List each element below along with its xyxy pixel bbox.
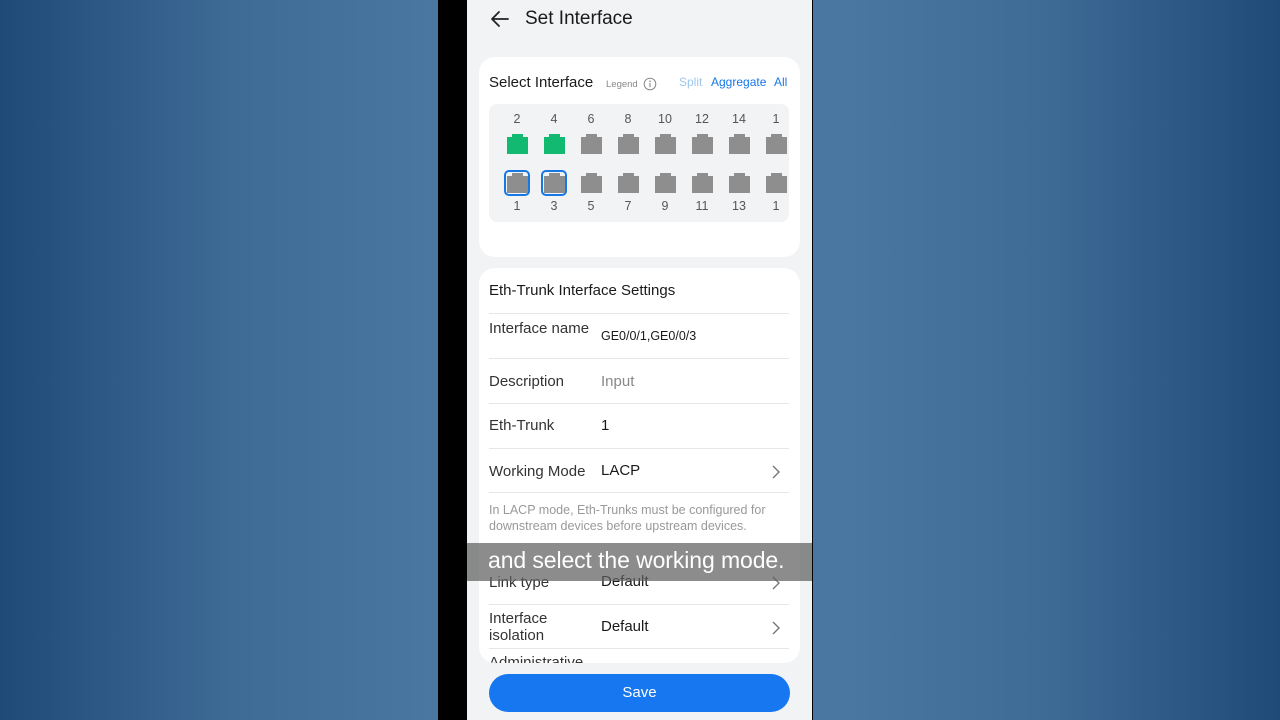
interface-isolation-label: Interface isolation [489,610,548,644]
port-number-label: 1 [772,112,780,126]
port-top-6-inactive[interactable] [581,134,602,154]
select-interface-title: Select Interface [489,74,594,91]
legend-label: Legend [606,79,638,90]
info-icon[interactable] [643,77,657,91]
eth-trunk-row: Eth-Trunk 1 [489,403,789,448]
port-bottom-13-inactive[interactable] [729,173,750,193]
settings-title: Eth-Trunk Interface Settings [489,282,676,299]
interface-name-row: Interface name GE0/0/1,GE0/0/3 [489,313,789,358]
port-number-label: 6 [587,112,595,126]
port-number-label: 5 [587,199,595,213]
port-number-label: 13 [732,199,746,213]
port-number-label: 4 [550,112,558,126]
save-button[interactable]: Save [489,674,790,712]
port-number-label: 12 [695,112,709,126]
split-option[interactable]: Split [679,75,702,89]
port-number-label: 7 [624,199,632,213]
port-bottom-3-selected[interactable] [541,170,567,196]
port-number-label: 1 [772,199,780,213]
interface-name-label: Interface name [489,320,590,337]
chevron-right-icon [772,465,780,479]
port-bottom-9-inactive[interactable] [655,173,676,193]
video-caption: and select the working mode. [488,547,785,573]
port-bottom-1-selected[interactable] [504,170,530,196]
port-number-label: 14 [732,112,746,126]
working-mode-row[interactable]: Working Mode LACP [489,448,789,493]
working-mode-label: Working Mode [489,463,586,480]
chevron-right-icon [772,621,780,635]
top-bar: Set Interface [467,0,812,40]
port-top-14-inactive[interactable] [729,134,750,154]
select-interface-card: Select Interface Legend Split Aggregate … [479,57,800,257]
port-number-label: 9 [661,199,669,213]
eth-trunk-settings-card: Eth-Trunk Interface Settings Interface n… [479,268,800,663]
port-number-label: 10 [658,112,672,126]
description-row: Description Input [489,358,789,403]
eth-trunk-label: Eth-Trunk [489,417,555,434]
administrative-row[interactable]: Administrative [489,650,789,663]
port-number-label: 2 [513,112,521,126]
port-bottom-1-inactive[interactable] [766,173,787,193]
port-number-label: 1 [513,199,521,213]
administrative-label: Administrative [489,654,584,663]
interface-isolation-value: Default [601,618,649,635]
phone-screen: Set Interface Select Interface Legend Sp… [467,0,812,720]
port-number-label: 3 [550,199,558,213]
port-bottom-5-inactive[interactable] [581,173,602,193]
description-label: Description [489,373,565,390]
page-title: Set Interface [525,8,633,29]
port-bottom-7-inactive[interactable] [618,173,639,193]
aggregate-option[interactable]: Aggregate [711,75,766,89]
working-mode-value: LACP [601,462,641,479]
port-bottom-11-inactive[interactable] [692,173,713,193]
port-number-label: 11 [695,199,709,213]
port-panel: 2 4 6 8 10 12 14 1 1 3 5 7 9 11 13 1 [489,104,789,222]
interface-isolation-row[interactable]: Interface isolation Default [489,604,789,649]
port-number-label: 8 [624,112,632,126]
back-arrow-icon[interactable] [489,8,511,30]
port-top-1-inactive[interactable] [766,134,787,154]
interface-name-value: GE0/0/1,GE0/0/3 [601,329,697,343]
description-input[interactable]: Input [601,373,634,390]
port-top-12-inactive[interactable] [692,134,713,154]
port-top-10-inactive[interactable] [655,134,676,154]
lacp-hint: In LACP mode, Eth-Trunks must be configu… [489,503,766,533]
port-top-8-inactive[interactable] [618,134,639,154]
port-top-4-active[interactable] [544,134,565,154]
all-option[interactable]: All [774,75,787,89]
port-top-2-active[interactable] [507,134,528,154]
eth-trunk-input[interactable]: 1 [601,417,609,434]
